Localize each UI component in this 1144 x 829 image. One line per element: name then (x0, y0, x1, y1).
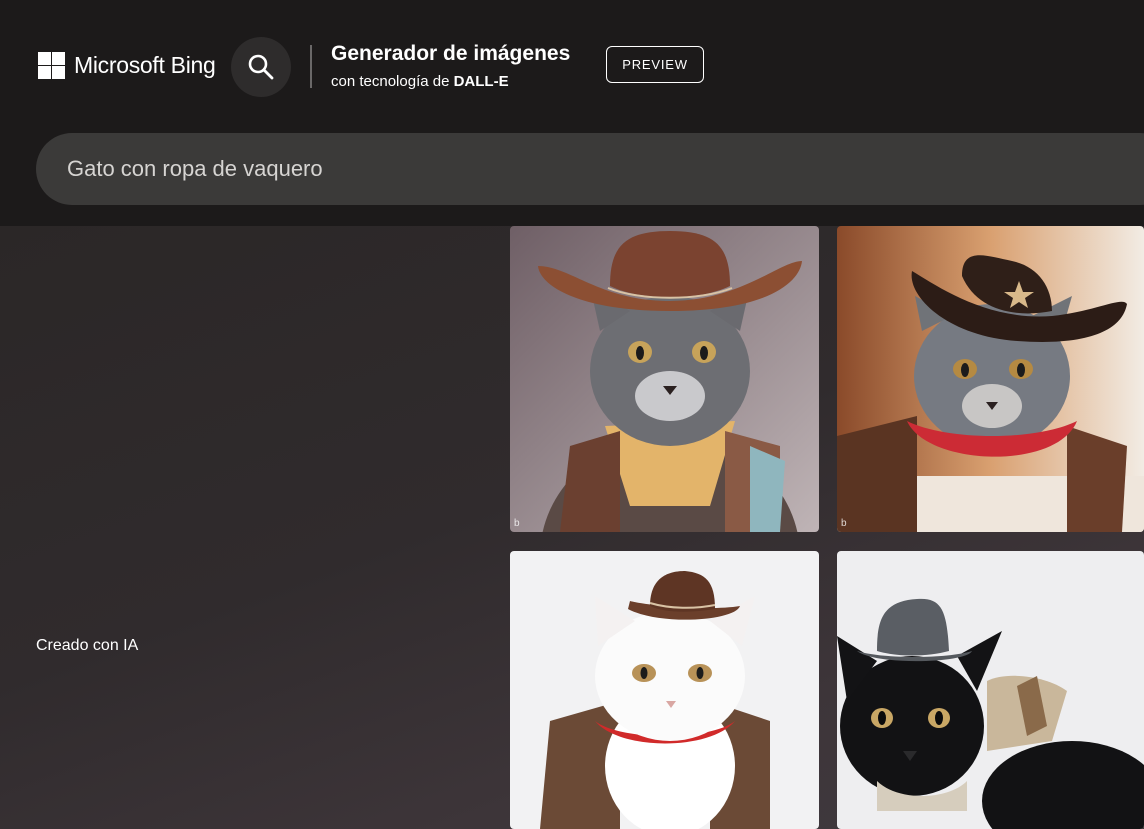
prompt-input[interactable]: Gato con ropa de vaquero (36, 133, 1144, 205)
brand-name: Microsoft Bing (74, 52, 216, 78)
page-subtitle: con tecnología de DALL-E (331, 71, 570, 93)
bing-brand-link[interactable]: Microsoft Bing (38, 52, 216, 79)
generated-image-2[interactable]: b (837, 226, 1144, 532)
subtitle-brand: DALL-E (453, 73, 509, 90)
ai-created-label: Creado con IA (36, 637, 139, 654)
bing-watermark-icon: b (514, 518, 520, 529)
bing-watermark-icon: b (841, 518, 847, 529)
search-button[interactable] (231, 37, 291, 97)
header-divider (310, 45, 312, 88)
preview-badge-button[interactable]: PREVIEW (606, 46, 704, 83)
header: Microsoft Bing Generador de imágenes con… (0, 0, 1144, 226)
page-title: Generador de imágenes (331, 42, 571, 65)
prompt-input-value[interactable]: Gato con ropa de vaquero (67, 156, 323, 182)
subtitle-prefix: con tecnología de (331, 73, 454, 90)
page-title-block: Generador de imágenes con tecnología de … (331, 42, 570, 93)
image-creator-page: Microsoft Bing Generador de imágenes con… (0, 0, 1144, 829)
generated-image-1[interactable]: b (510, 226, 819, 532)
generated-image-3[interactable] (510, 551, 819, 829)
search-icon (248, 54, 274, 80)
microsoft-logo-icon (38, 52, 65, 79)
results-area: Creado con IA b b (0, 226, 1144, 829)
generated-image-4[interactable] (837, 551, 1144, 829)
